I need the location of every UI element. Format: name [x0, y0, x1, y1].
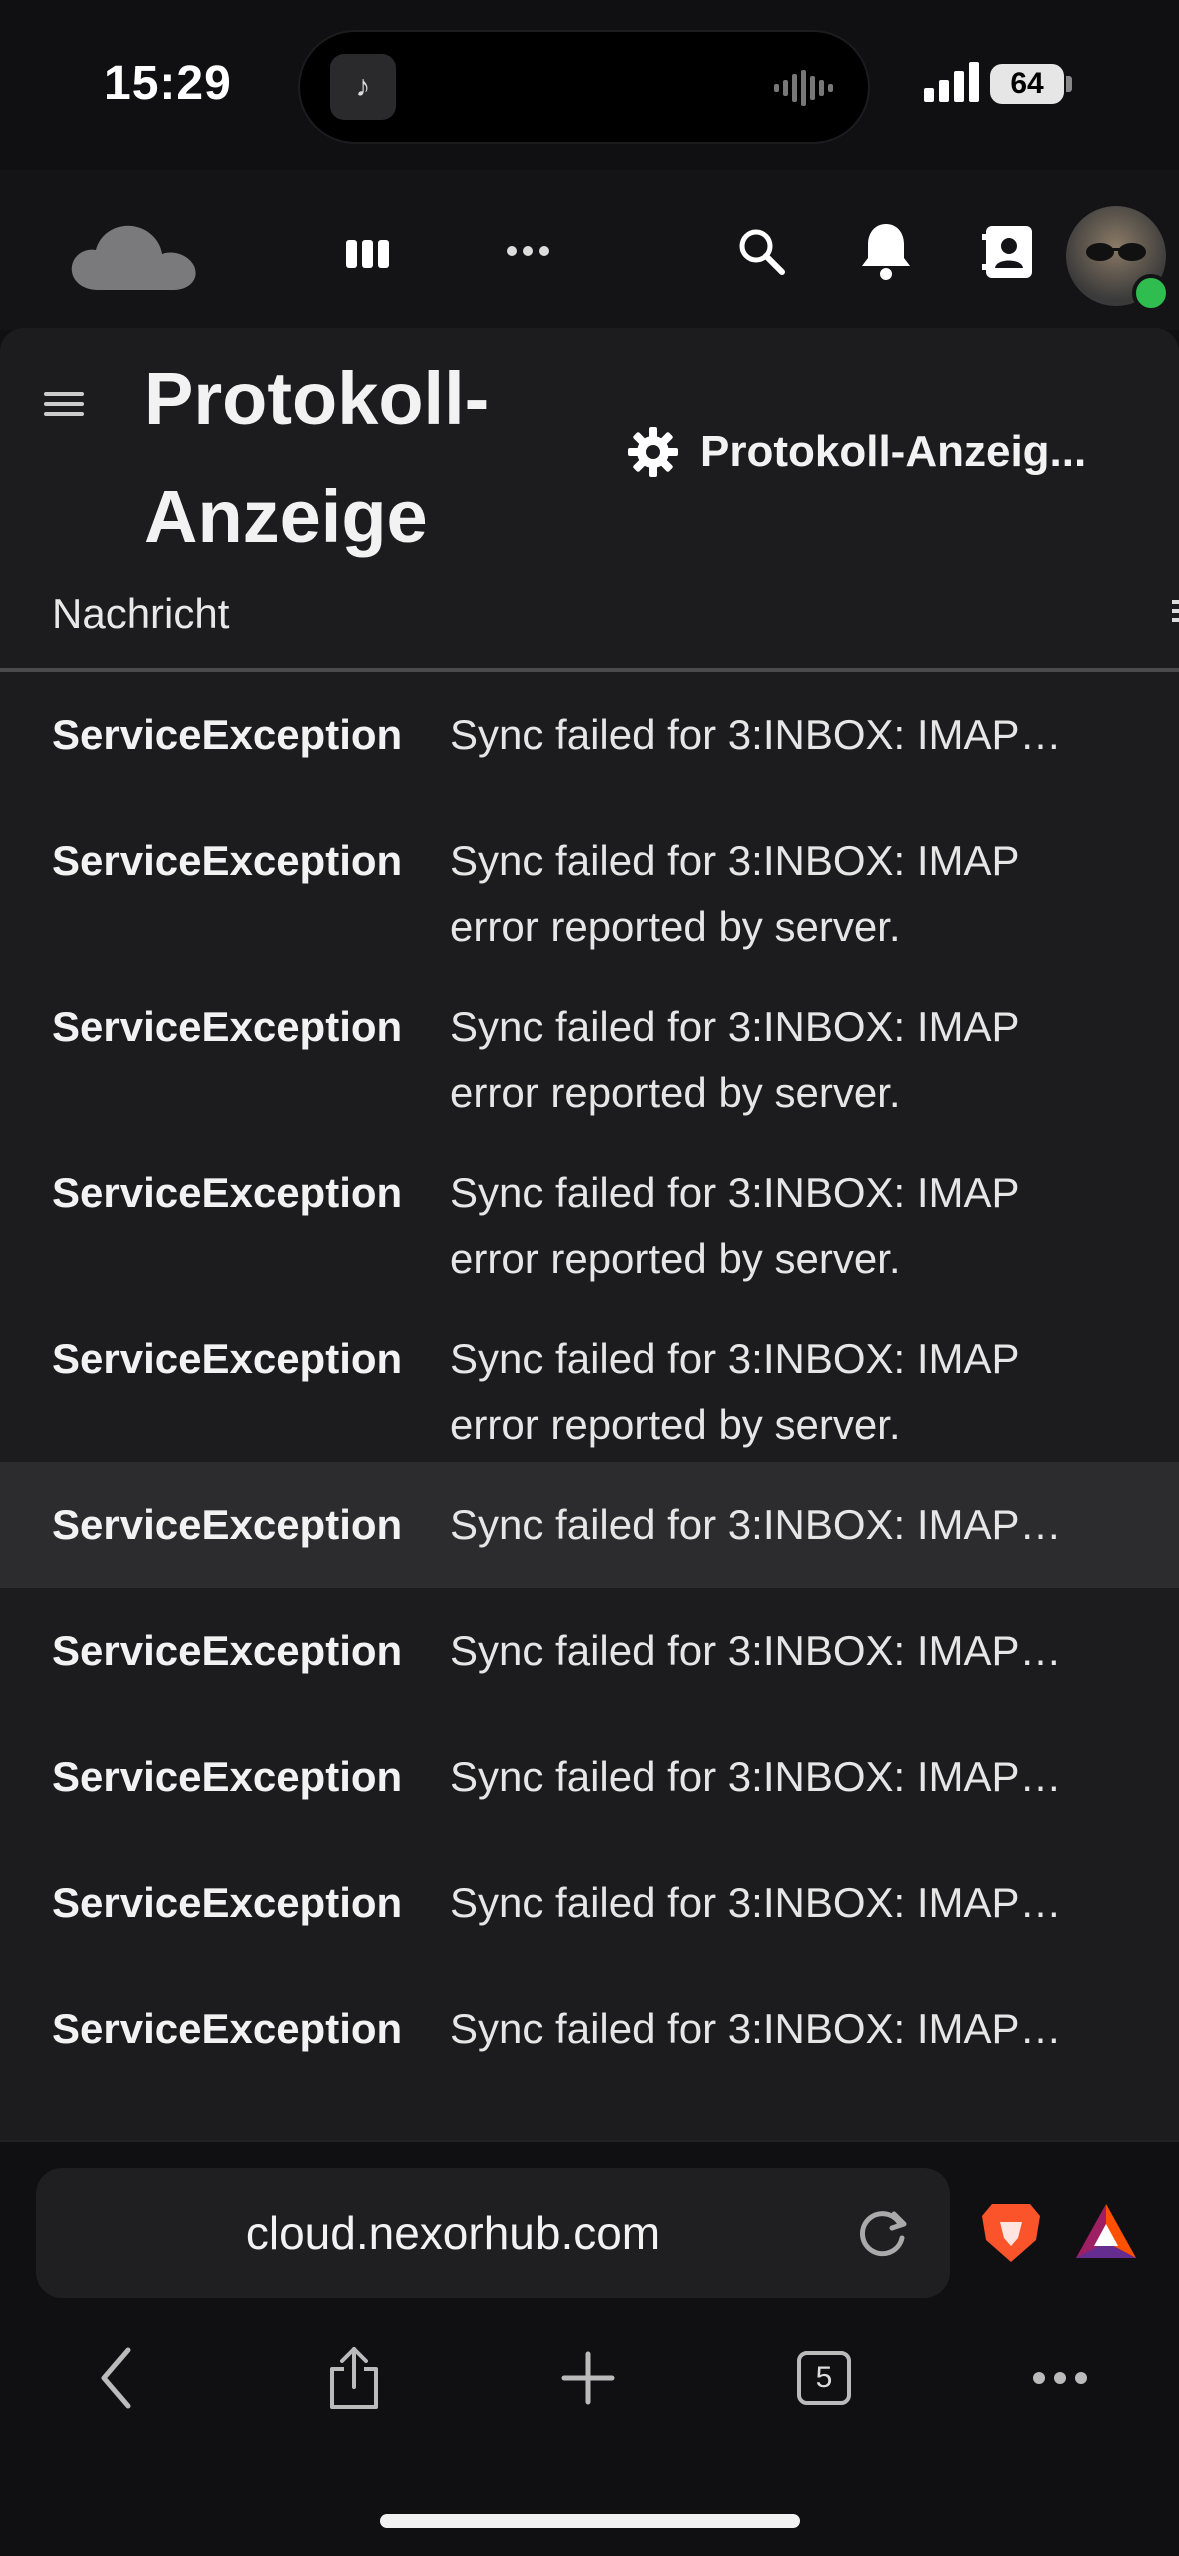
- log-row[interactable]: ServiceException Sync failed for 3:INBOX…: [0, 1714, 1179, 1840]
- log-row[interactable]: ServiceException Sync failed for 3:INBOX…: [0, 672, 1179, 798]
- log-message: Sync failed for 3:INBOX: IMAP error repo…: [450, 1169, 1019, 1282]
- more-icon: [1033, 2372, 1087, 2384]
- tab-count: 5: [797, 2351, 851, 2405]
- log-settings-label: Protokoll-Anzeig...: [700, 427, 1087, 476]
- log-level: ServiceException: [52, 2005, 403, 2052]
- log-level: ServiceException: [52, 1003, 403, 1050]
- search-icon[interactable]: [736, 226, 786, 276]
- signal-icon: [924, 62, 979, 102]
- log-level: ServiceException: [52, 1753, 403, 1800]
- page-title: Protokoll-Anzeige: [144, 357, 490, 558]
- log-row[interactable]: ServiceException Sync failed for 3:INBOX…: [0, 1462, 1179, 1588]
- browser-menu-button[interactable]: [1020, 2338, 1100, 2418]
- log-list: ServiceException Sync failed for 3:INBOX…: [0, 672, 1179, 2092]
- log-row[interactable]: ServiceException Sync failed for 3:INBOX…: [0, 798, 1179, 964]
- log-row[interactable]: ServiceException Sync failed for 3:INBOX…: [0, 1296, 1179, 1462]
- column-menu-icon[interactable]: [1168, 596, 1179, 626]
- log-message: Sync failed for 3:INBOX: IMAP…: [450, 1753, 1062, 1800]
- log-message: Sync failed for 3:INBOX: IMAP…: [450, 711, 1062, 758]
- share-icon: [330, 2347, 378, 2409]
- reload-icon[interactable]: [854, 2204, 912, 2262]
- tabs-button[interactable]: 5: [784, 2338, 864, 2418]
- share-button[interactable]: [314, 2338, 394, 2418]
- column-header-message[interactable]: Nachricht: [52, 590, 229, 638]
- menu-icon[interactable]: [40, 378, 92, 430]
- brave-rewards-icon[interactable]: [1074, 2202, 1138, 2260]
- brave-shields-icon[interactable]: [980, 2200, 1042, 2266]
- log-row[interactable]: ServiceException Sync failed for 3:INBOX…: [0, 1130, 1179, 1296]
- browser-toolbar: cloud.nexorhub.com 5: [0, 2140, 1179, 2556]
- address-bar[interactable]: cloud.nexorhub.com: [36, 2168, 950, 2298]
- log-message: Sync failed for 3:INBOX: IMAP error repo…: [450, 1003, 1019, 1116]
- apps-icon[interactable]: [346, 236, 390, 272]
- gear-icon: [628, 427, 678, 477]
- contacts-icon[interactable]: [982, 222, 1036, 282]
- log-level: ServiceException: [52, 1627, 403, 1674]
- log-message: Sync failed for 3:INBOX: IMAP…: [450, 2005, 1062, 2052]
- toolbar-divider: [0, 2140, 1179, 2142]
- tiktok-icon: ♪: [330, 54, 396, 120]
- chevron-left-icon: [101, 2347, 131, 2409]
- log-level: ServiceException: [52, 1169, 403, 1216]
- more-apps-icon[interactable]: [506, 244, 550, 258]
- log-settings-button[interactable]: Protokoll-Anzeig...: [626, 422, 1086, 482]
- log-message: Sync failed for 3:INBOX: IMAP error repo…: [450, 1335, 1019, 1448]
- log-row[interactable]: ServiceException Sync failed for 3:INBOX…: [0, 1840, 1179, 1966]
- new-tab-button[interactable]: [548, 2338, 628, 2418]
- log-message: Sync failed for 3:INBOX: IMAP…: [450, 1879, 1062, 1926]
- back-button[interactable]: [76, 2338, 156, 2418]
- status-time: 15:29: [104, 57, 232, 110]
- battery-tip: [1066, 76, 1072, 92]
- log-row[interactable]: ServiceException Sync failed for 3:INBOX…: [0, 1966, 1179, 2092]
- status-bar: 15:29 ♪ 64: [0, 0, 1179, 170]
- log-message: Sync failed for 3:INBOX: IMAP…: [450, 1627, 1062, 1674]
- log-level: ServiceException: [52, 711, 403, 758]
- dynamic-island[interactable]: ♪: [298, 30, 870, 144]
- log-level: ServiceException: [52, 837, 403, 884]
- log-level: ServiceException: [52, 1501, 403, 1548]
- log-level: ServiceException: [52, 1335, 403, 1382]
- audio-wave-icon: [774, 70, 833, 106]
- log-message: Sync failed for 3:INBOX: IMAP error repo…: [450, 837, 1019, 950]
- avatar-sunglasses: [1086, 243, 1146, 261]
- url-text: cloud.nexorhub.com: [245, 2207, 661, 2259]
- log-message: Sync failed for 3:INBOX: IMAP…: [450, 1501, 1062, 1548]
- online-status-dot: [1132, 274, 1170, 312]
- log-level: ServiceException: [52, 1879, 403, 1926]
- app-header: [0, 170, 1179, 330]
- log-row[interactable]: ServiceException Sync failed for 3:INBOX…: [0, 964, 1179, 1130]
- plus-icon: [561, 2351, 615, 2405]
- home-indicator[interactable]: [380, 2514, 800, 2528]
- cloud-logo-icon[interactable]: [68, 218, 202, 292]
- battery-indicator: 64: [990, 64, 1064, 104]
- log-row[interactable]: ServiceException Sync failed for 3:INBOX…: [0, 1588, 1179, 1714]
- notifications-icon[interactable]: [858, 220, 914, 282]
- content-panel: Protokoll-Anzeige Protokoll-Anzeig... Na…: [0, 328, 1179, 2140]
